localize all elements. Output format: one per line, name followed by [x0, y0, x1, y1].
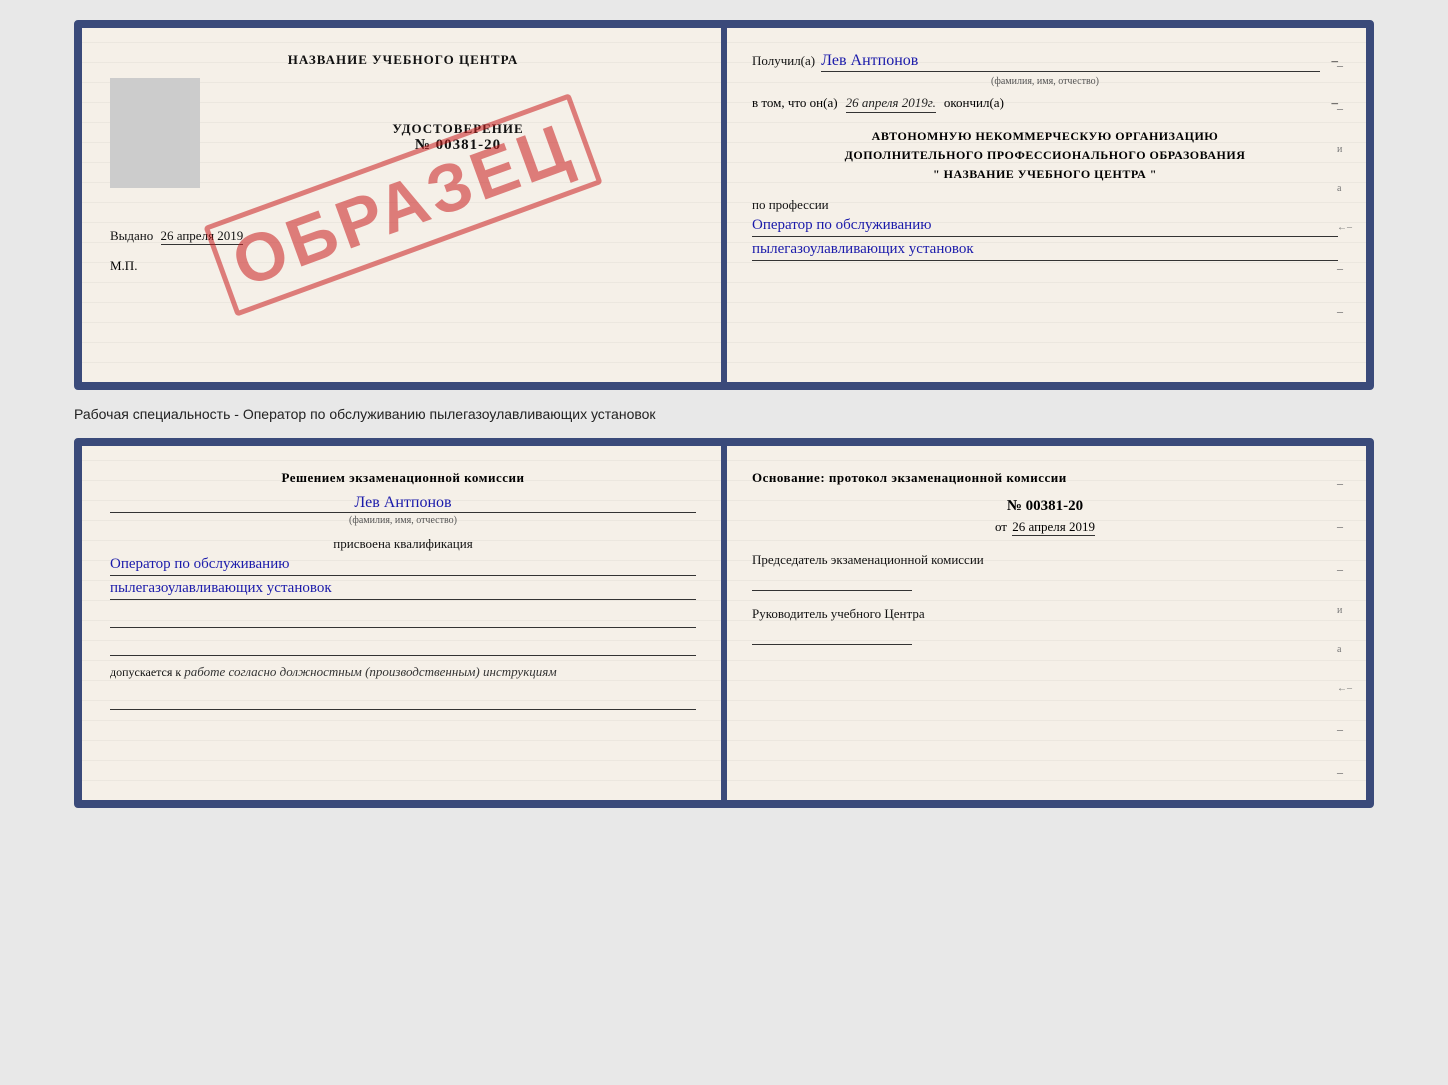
profession-line1: Оператор по обслуживанию [752, 217, 1338, 237]
q-side-dash-3: – [1337, 562, 1352, 577]
allowed-text: работе согласно должностным (производств… [184, 664, 556, 679]
person-name: Лев Антпонов [821, 52, 1319, 72]
photo-placeholder [110, 78, 200, 188]
issued-label: Выдано [110, 228, 153, 243]
issued-date: 26 апреля 2019 [161, 228, 244, 245]
side-dash-1: – [1337, 58, 1352, 73]
qual-fio-label: (фамилия, имя, отчество) [110, 515, 696, 526]
qualification-book: Решением экзаменационной комиссии Лев Ан… [74, 438, 1374, 808]
q-side-dash-6: ←– [1337, 683, 1352, 694]
completed-suffix: окончил(а) [944, 95, 1004, 111]
org-line3: " НАЗВАНИЕ УЧЕБНОГО ЦЕНТРА " [752, 165, 1338, 184]
fio-label: (фамилия, имя, отчество) [752, 76, 1338, 87]
side-dash-3: и [1337, 144, 1352, 155]
blank-line-1 [110, 610, 696, 628]
org-line1: АВТОНОМНУЮ НЕКОММЕРЧЕСКУЮ ОРГАНИЗАЦИЮ [752, 127, 1338, 146]
udostoverenie-label: УДОСТОВЕРЕНИЕ [220, 121, 696, 137]
protocol-date-value: 26 апреля 2019 [1012, 519, 1095, 536]
q-side-dash-2: – [1337, 519, 1352, 534]
chairman-label: Председатель экзаменационной комиссии [752, 551, 1338, 569]
blank-line-2 [110, 638, 696, 656]
cert-id-block: УДОСТОВЕРЕНИЕ № 00381-20 [220, 121, 696, 154]
assigned-label: присвоена квалификация [110, 536, 696, 552]
q-side-dash-8: – [1337, 765, 1352, 780]
q-side-dash-1: – [1337, 476, 1352, 491]
cert-left-page: НАЗВАНИЕ УЧЕБНОГО ЦЕНТРА УДОСТОВЕРЕНИЕ №… [82, 28, 724, 382]
mp-block: М.П. [110, 258, 696, 274]
cert-number: № 00381-20 [220, 137, 696, 154]
protocol-date: от 26 апреля 2019 [752, 519, 1338, 535]
completed-date: 26 апреля 2019г. [846, 95, 936, 113]
side-dash-7: – [1337, 304, 1352, 319]
side-dash-6: – [1337, 261, 1352, 276]
q-side-dash-4: и [1337, 605, 1352, 616]
certificate-book: НАЗВАНИЕ УЧЕБНОГО ЦЕНТРА УДОСТОВЕРЕНИЕ №… [74, 20, 1374, 390]
director-label: Руководитель учебного Центра [752, 605, 1338, 623]
qual-left-page: Решением экзаменационной комиссии Лев Ан… [82, 446, 724, 800]
profession-line2: пылегазоулавливающих установок [752, 241, 1338, 261]
org-line2: ДОПОЛНИТЕЛЬНОГО ПРОФЕССИОНАЛЬНОГО ОБРАЗО… [752, 146, 1338, 165]
qual-right-page: Основание: протокол экзаменационной коми… [724, 446, 1366, 800]
side-dash-5: ←– [1337, 222, 1352, 233]
protocol-number: № 00381-20 [752, 498, 1338, 515]
completed-line: в том, что он(а) 26 апреля 2019г. окончи… [752, 95, 1338, 113]
received-line: Получил(а) Лев Антпонов – [752, 52, 1338, 72]
side-dash-2: – [1337, 101, 1352, 116]
side-dash-4: а [1337, 183, 1352, 194]
issued-block: Выдано 26 апреля 2019 [110, 228, 696, 244]
training-center-title: НАЗВАНИЕ УЧЕБНОГО ЦЕНТРА [110, 52, 696, 68]
chairman-signature-line [752, 573, 912, 591]
director-signature-line [752, 627, 912, 645]
separator-text: Рабочая специальность - Оператор по обсл… [74, 402, 1374, 426]
q-side-dash-5: а [1337, 644, 1352, 655]
org-block: АВТОНОМНУЮ НЕКОММЕРЧЕСКУЮ ОРГАНИЗАЦИЮ ДО… [752, 127, 1338, 185]
profession-label: по профессии [752, 197, 1338, 213]
completed-prefix: в том, что он(а) [752, 95, 838, 111]
allowed-prefix: допускается к [110, 665, 181, 679]
q-side-dash-7: – [1337, 722, 1352, 737]
protocol-date-prefix: от [995, 519, 1007, 534]
basis-title: Основание: протокол экзаменационной коми… [752, 470, 1338, 486]
qual-profession-line2: пылегазоулавливающих установок [110, 580, 696, 600]
commission-title: Решением экзаменационной комиссии [110, 470, 696, 486]
commission-person-name: Лев Антпонов [110, 494, 696, 513]
mp-label: М.П. [110, 258, 137, 273]
document-container: НАЗВАНИЕ УЧЕБНОГО ЦЕНТРА УДОСТОВЕРЕНИЕ №… [74, 20, 1374, 808]
allowed-work: допускается к работе согласно должностны… [110, 664, 696, 680]
blank-line-3 [110, 692, 696, 710]
cert-right-page: Получил(а) Лев Антпонов – (фамилия, имя,… [724, 28, 1366, 382]
qual-profession-line1: Оператор по обслуживанию [110, 556, 696, 576]
received-label: Получил(а) [752, 53, 815, 69]
